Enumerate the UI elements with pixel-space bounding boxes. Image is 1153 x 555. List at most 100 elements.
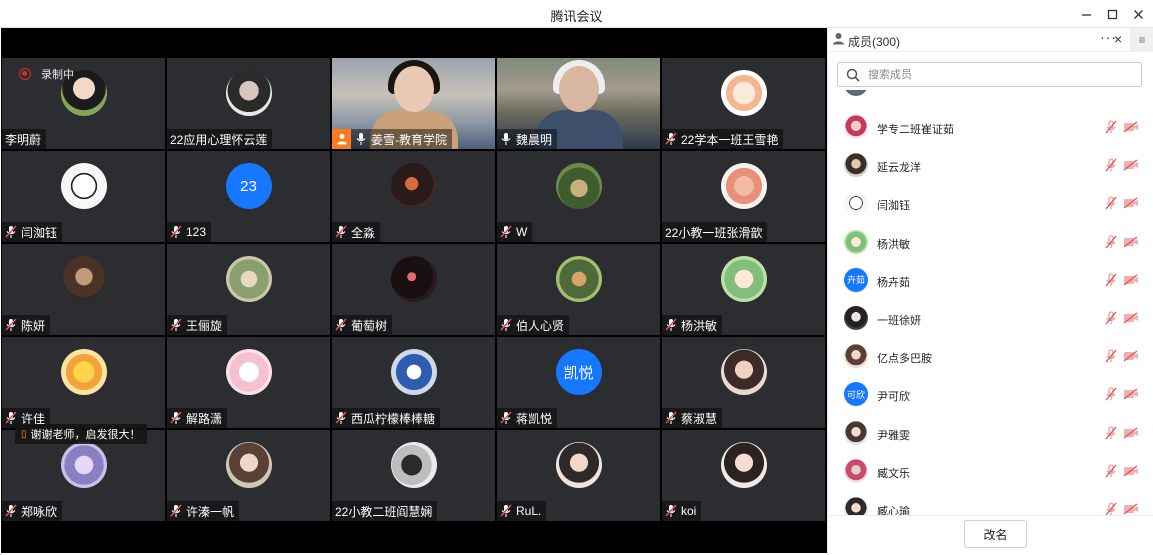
member-row[interactable]: 闫洳钰 <box>828 185 1153 223</box>
participant-name: 22小教一班张滑歆 <box>665 225 763 240</box>
member-row[interactable]: 一班徐妍 <box>828 300 1153 338</box>
person-icon <box>833 33 844 45</box>
maximize-icon[interactable] <box>1101 4 1123 24</box>
participant-avatar <box>60 163 107 209</box>
participant-tile[interactable]: 凯悦蒋凯悦 <box>497 337 660 428</box>
chat-bubble[interactable]: ▯ 谢谢老师，启发很大！ <box>15 424 147 444</box>
member-mic-muted-icon[interactable] <box>1104 235 1118 249</box>
participant-name: 蒋凯悦 <box>516 411 553 426</box>
participant-avatar <box>225 256 272 302</box>
member-camera-off-icon[interactable] <box>1123 197 1139 209</box>
participant-name-bar: RuL. <box>497 501 547 521</box>
member-row[interactable]: 杨洪敏 <box>828 224 1153 262</box>
participant-name-bar: 22小教二班阎慧娴 <box>332 501 438 521</box>
member-row[interactable]: 卉茹 杨卉茹 <box>828 262 1153 300</box>
close-icon[interactable] <box>1127 4 1149 24</box>
participant-tile[interactable]: 许佳 <box>2 337 165 428</box>
member-row-partial[interactable] <box>828 90 1153 104</box>
member-row[interactable]: 臧心瑜 <box>828 491 1153 515</box>
minimize-icon[interactable] <box>1075 4 1097 24</box>
participant-tile[interactable]: RuL. <box>497 430 660 521</box>
member-camera-off-icon[interactable] <box>1123 159 1139 171</box>
member-mic-muted-icon[interactable] <box>1104 426 1118 440</box>
member-row[interactable]: 学专二班崔证茹 <box>828 109 1153 147</box>
member-mic-muted-icon[interactable] <box>1104 273 1118 287</box>
member-camera-off-icon[interactable] <box>1123 388 1139 400</box>
participant-tile[interactable]: koi <box>662 430 825 521</box>
member-panel: 成员(300) ··· × ≡ 学专二班崔证茹延云龙洋闫洳钰杨洪敏卉茹杨卉茹一班… <box>827 28 1153 555</box>
member-search-input[interactable] <box>868 68 1118 81</box>
participant-name-bar: 蒋凯悦 <box>497 408 558 428</box>
member-mic-muted-icon[interactable] <box>1104 387 1118 401</box>
participant-name-bar: W <box>497 222 533 242</box>
video-grid: 李明蔚 22应用心理怀云莲 姜雪-教育学院 魏晨明 22学本一班王雪艳闫洳钰 23 123 全… <box>1 58 827 521</box>
participant-avatar: 凯悦 <box>555 349 602 395</box>
member-search[interactable] <box>837 62 1142 87</box>
participant-tile[interactable]: 许溱一帆 <box>167 430 330 521</box>
member-mic-muted-icon[interactable] <box>1104 349 1118 363</box>
member-camera-off-icon[interactable] <box>1123 274 1139 286</box>
member-camera-off-icon[interactable] <box>1123 350 1139 362</box>
participant-tile[interactable]: 杨洪敏 <box>662 244 825 335</box>
participant-tile[interactable]: 解路潇 <box>167 337 330 428</box>
mic-icon <box>500 132 512 146</box>
video-person <box>394 66 434 112</box>
participant-tile[interactable]: 葡萄树 <box>332 244 495 335</box>
member-row[interactable]: 可欣 尹可欣 <box>828 376 1153 414</box>
mic-muted-icon <box>500 318 512 332</box>
participant-tile[interactable]: W <box>497 151 660 242</box>
member-avatar <box>844 458 868 483</box>
participant-tile[interactable]: 陈妍 <box>2 244 165 335</box>
participant-tile[interactable]: 王俪旋 <box>167 244 330 335</box>
participant-tile[interactable]: 西瓜柠檬棒棒糖 <box>332 337 495 428</box>
member-camera-off-icon[interactable] <box>1123 121 1139 133</box>
participant-name: 123 <box>186 225 207 239</box>
participant-name-bar: 姜雪-教育学院 <box>332 129 452 149</box>
mic-muted-icon <box>665 411 677 425</box>
member-camera-off-icon[interactable] <box>1123 427 1139 439</box>
participant-tile[interactable]: 伯人心贤 <box>497 244 660 335</box>
participant-tile[interactable]: 22应用心理怀云莲 <box>167 58 330 149</box>
panel-close-icon[interactable]: × <box>1114 31 1122 47</box>
participant-name: 王俪旋 <box>186 318 223 333</box>
member-mic-muted-icon[interactable] <box>1104 158 1118 172</box>
member-camera-off-icon[interactable] <box>1123 312 1139 324</box>
member-camera-off-icon[interactable] <box>1123 503 1139 515</box>
member-mic-muted-icon[interactable] <box>1104 311 1118 325</box>
member-mic-muted-icon[interactable] <box>1104 502 1118 515</box>
participant-tile[interactable]: 22学本一班王雪艳 <box>662 58 825 149</box>
panel-menu-icon[interactable]: ≡ <box>1130 28 1153 52</box>
mic-muted-icon <box>665 504 677 518</box>
participant-avatar <box>720 163 767 209</box>
member-row[interactable]: 亿点多巴胺 <box>828 338 1153 376</box>
member-mic-muted-icon[interactable] <box>1104 464 1118 478</box>
participant-name-bar: 西瓜柠檬棒棒糖 <box>332 408 441 428</box>
participant-tile[interactable]: 姜雪-教育学院 <box>332 58 495 149</box>
rename-button[interactable]: 改名 <box>964 520 1027 548</box>
participant-tile[interactable]: 23 123 <box>167 151 330 242</box>
participant-name-bar: 李明蔚 <box>2 129 47 149</box>
participant-tile[interactable]: 魏晨明 <box>497 58 660 149</box>
participant-tile[interactable]: 22小教二班阎慧娴 <box>332 430 495 521</box>
member-camera-off-icon[interactable] <box>1123 236 1139 248</box>
member-mic-muted-icon[interactable] <box>1104 120 1118 134</box>
participant-tile[interactable]: 闫洳钰 <box>2 151 165 242</box>
member-avatar <box>844 90 868 96</box>
member-avatar <box>844 497 868 515</box>
member-row[interactable]: 臧文乐 <box>828 453 1153 491</box>
mic-muted-icon <box>335 318 347 332</box>
participant-name: 闫洳钰 <box>21 225 58 240</box>
member-camera-off-icon[interactable] <box>1123 465 1139 477</box>
member-avatar <box>844 306 868 330</box>
member-mic-muted-icon[interactable] <box>1104 196 1118 210</box>
participant-tile[interactable]: 22小教一班张滑歆 <box>662 151 825 242</box>
participant-tile[interactable]: 全淼 <box>332 151 495 242</box>
participant-avatar <box>720 256 767 302</box>
participant-tile[interactable]: 蔡淑慧 <box>662 337 825 428</box>
chat-bubble-text: 谢谢老师，启发很大！ <box>30 429 141 441</box>
member-row[interactable]: 延云龙洋 <box>828 147 1153 185</box>
record-icon <box>19 68 31 80</box>
search-icon <box>846 68 860 82</box>
mic-muted-icon <box>170 225 182 239</box>
member-row[interactable]: 尹雅雯 <box>828 415 1153 453</box>
